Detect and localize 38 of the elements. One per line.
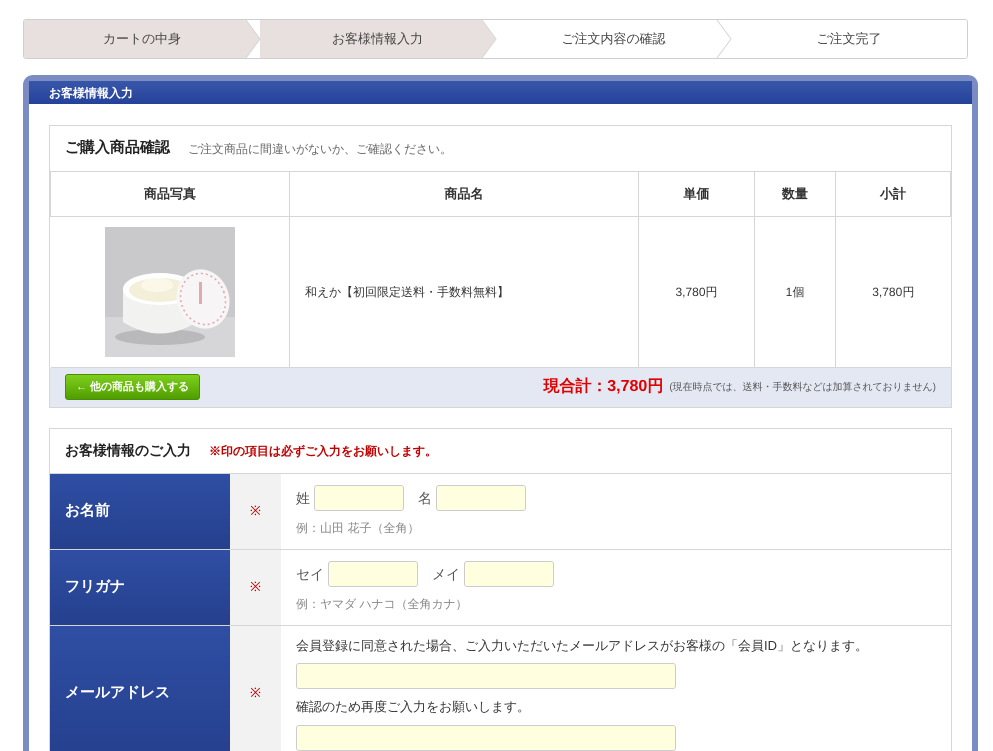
input-note: 確認のため再度ご入力をお願いします。: [296, 698, 531, 716]
column-header: 数量: [754, 172, 836, 216]
required-mark: ※: [250, 578, 261, 596]
total-amount: 現合計：3,780円: [543, 376, 664, 397]
field-label: フリガナ: [65, 576, 125, 597]
panel-header: お客様情報入力: [29, 81, 972, 104]
column-header: 小計: [836, 172, 950, 216]
input-label: メイ: [432, 564, 460, 584]
continue-shopping-button[interactable]: ← 他の商品も購入する: [65, 374, 200, 400]
input-label: 姓: [296, 488, 310, 508]
column-header: 商品写真: [50, 172, 290, 216]
section-subtitle: ご注文商品に間違いがないか、ご確認ください。: [188, 140, 452, 158]
input-hint: 例：山田 花子（全角）: [296, 520, 420, 537]
field-label: メールアドレス: [65, 682, 170, 703]
input-field[interactable]: [296, 724, 676, 750]
section-title: ご購入商品確認: [65, 138, 170, 158]
progress-step: お客様情報入力: [260, 20, 496, 58]
required-mark: ※: [250, 684, 261, 702]
progress-step: カートの中身: [24, 20, 260, 58]
required-mark: ※: [250, 502, 261, 520]
input-field[interactable]: [464, 561, 554, 587]
required-notice: ※印の項目は必ずご入力をお願いします。: [209, 442, 437, 460]
input-hint: 例：ヤマダ ハナコ（全角カナ）: [296, 596, 468, 613]
table-cell: 3,780円: [638, 216, 754, 367]
table-cell: 1個: [754, 216, 836, 367]
input-note: 会員登録に同意された場合、ご入力いただいたメールアドレスがお客様の「会員ID」となります。: [296, 636, 869, 654]
input-field[interactable]: [328, 561, 418, 587]
section-title: お客様情報のご入力: [65, 441, 191, 460]
column-header: 単価: [638, 172, 754, 216]
input-label: 名: [418, 488, 432, 508]
input-field[interactable]: [436, 485, 526, 511]
table-cell: 和えか【初回限定送料・手数料無料】: [290, 216, 638, 367]
total-note: (現在時点では、送料・手数料などは加算されておりません): [669, 380, 936, 394]
column-header: 商品名: [290, 172, 638, 216]
input-label: セイ: [296, 564, 324, 584]
field-label: お名前: [65, 500, 110, 521]
input-field[interactable]: [314, 485, 404, 511]
input-field[interactable]: [296, 663, 676, 689]
